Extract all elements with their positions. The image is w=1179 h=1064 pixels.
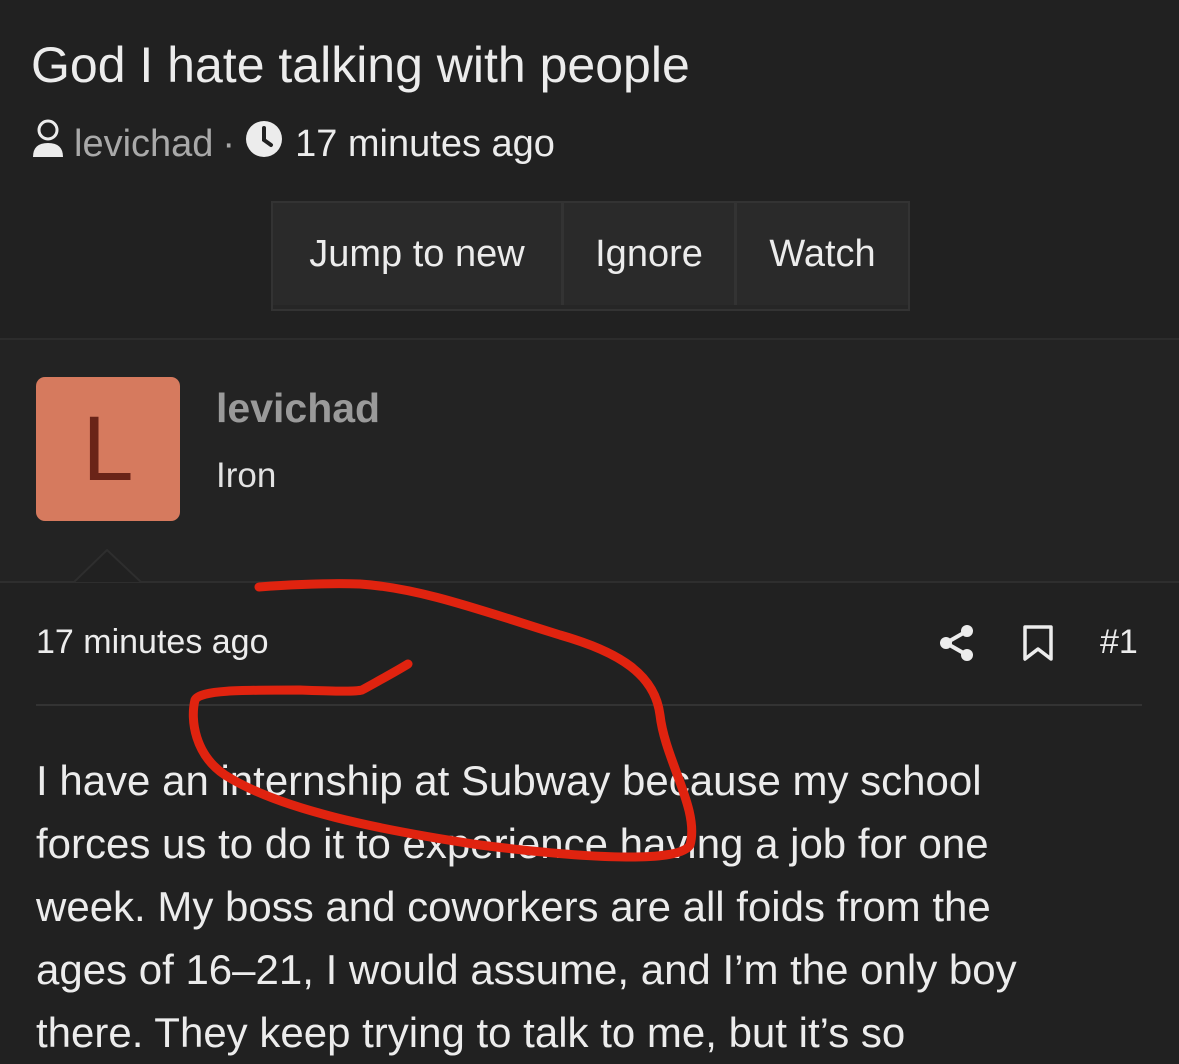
post-line: week. My boss and coworkers are all foid… — [36, 883, 991, 930]
post-divider — [0, 581, 1179, 583]
clock-icon — [245, 120, 283, 168]
jump-to-new-button[interactable]: Jump to new — [273, 203, 561, 305]
thread-meta: levichad · 17 minutes ago — [30, 119, 555, 169]
post-body-divider — [36, 704, 1142, 706]
post-line: I have an internship at Subway because m… — [36, 757, 982, 804]
post-line: ages of 16–21, I would assume, and I’m t… — [36, 946, 1017, 993]
post-line: forces us to do it to experience having … — [36, 820, 989, 867]
post-user-title: Iron — [216, 456, 277, 495]
post-arrow-pointer — [74, 549, 142, 583]
post-line: there. They keep trying to talk to me, b… — [36, 1009, 906, 1056]
thread-author[interactable]: levichad — [74, 123, 213, 166]
user-icon — [30, 119, 66, 169]
thread-header: God I hate talking with people levichad … — [0, 0, 1179, 338]
share-icon[interactable] — [938, 624, 976, 667]
watch-button[interactable]: Watch — [734, 203, 908, 305]
post-body: I have an internship at Subway because m… — [36, 749, 1146, 1064]
thread-time: 17 minutes ago — [295, 122, 555, 165]
avatar-letter: L — [82, 398, 134, 500]
bookmark-icon[interactable] — [1022, 624, 1054, 667]
thread-title: God I hate talking with people — [31, 37, 690, 93]
post-time[interactable]: 17 minutes ago — [36, 623, 269, 662]
thread-actions: Jump to new Ignore Watch — [271, 201, 910, 311]
avatar[interactable]: L — [36, 377, 180, 521]
post-username[interactable]: levichad — [216, 385, 380, 432]
post-number-link[interactable]: #1 — [1100, 623, 1138, 662]
meta-separator: · — [222, 122, 236, 165]
ignore-button[interactable]: Ignore — [561, 203, 734, 305]
